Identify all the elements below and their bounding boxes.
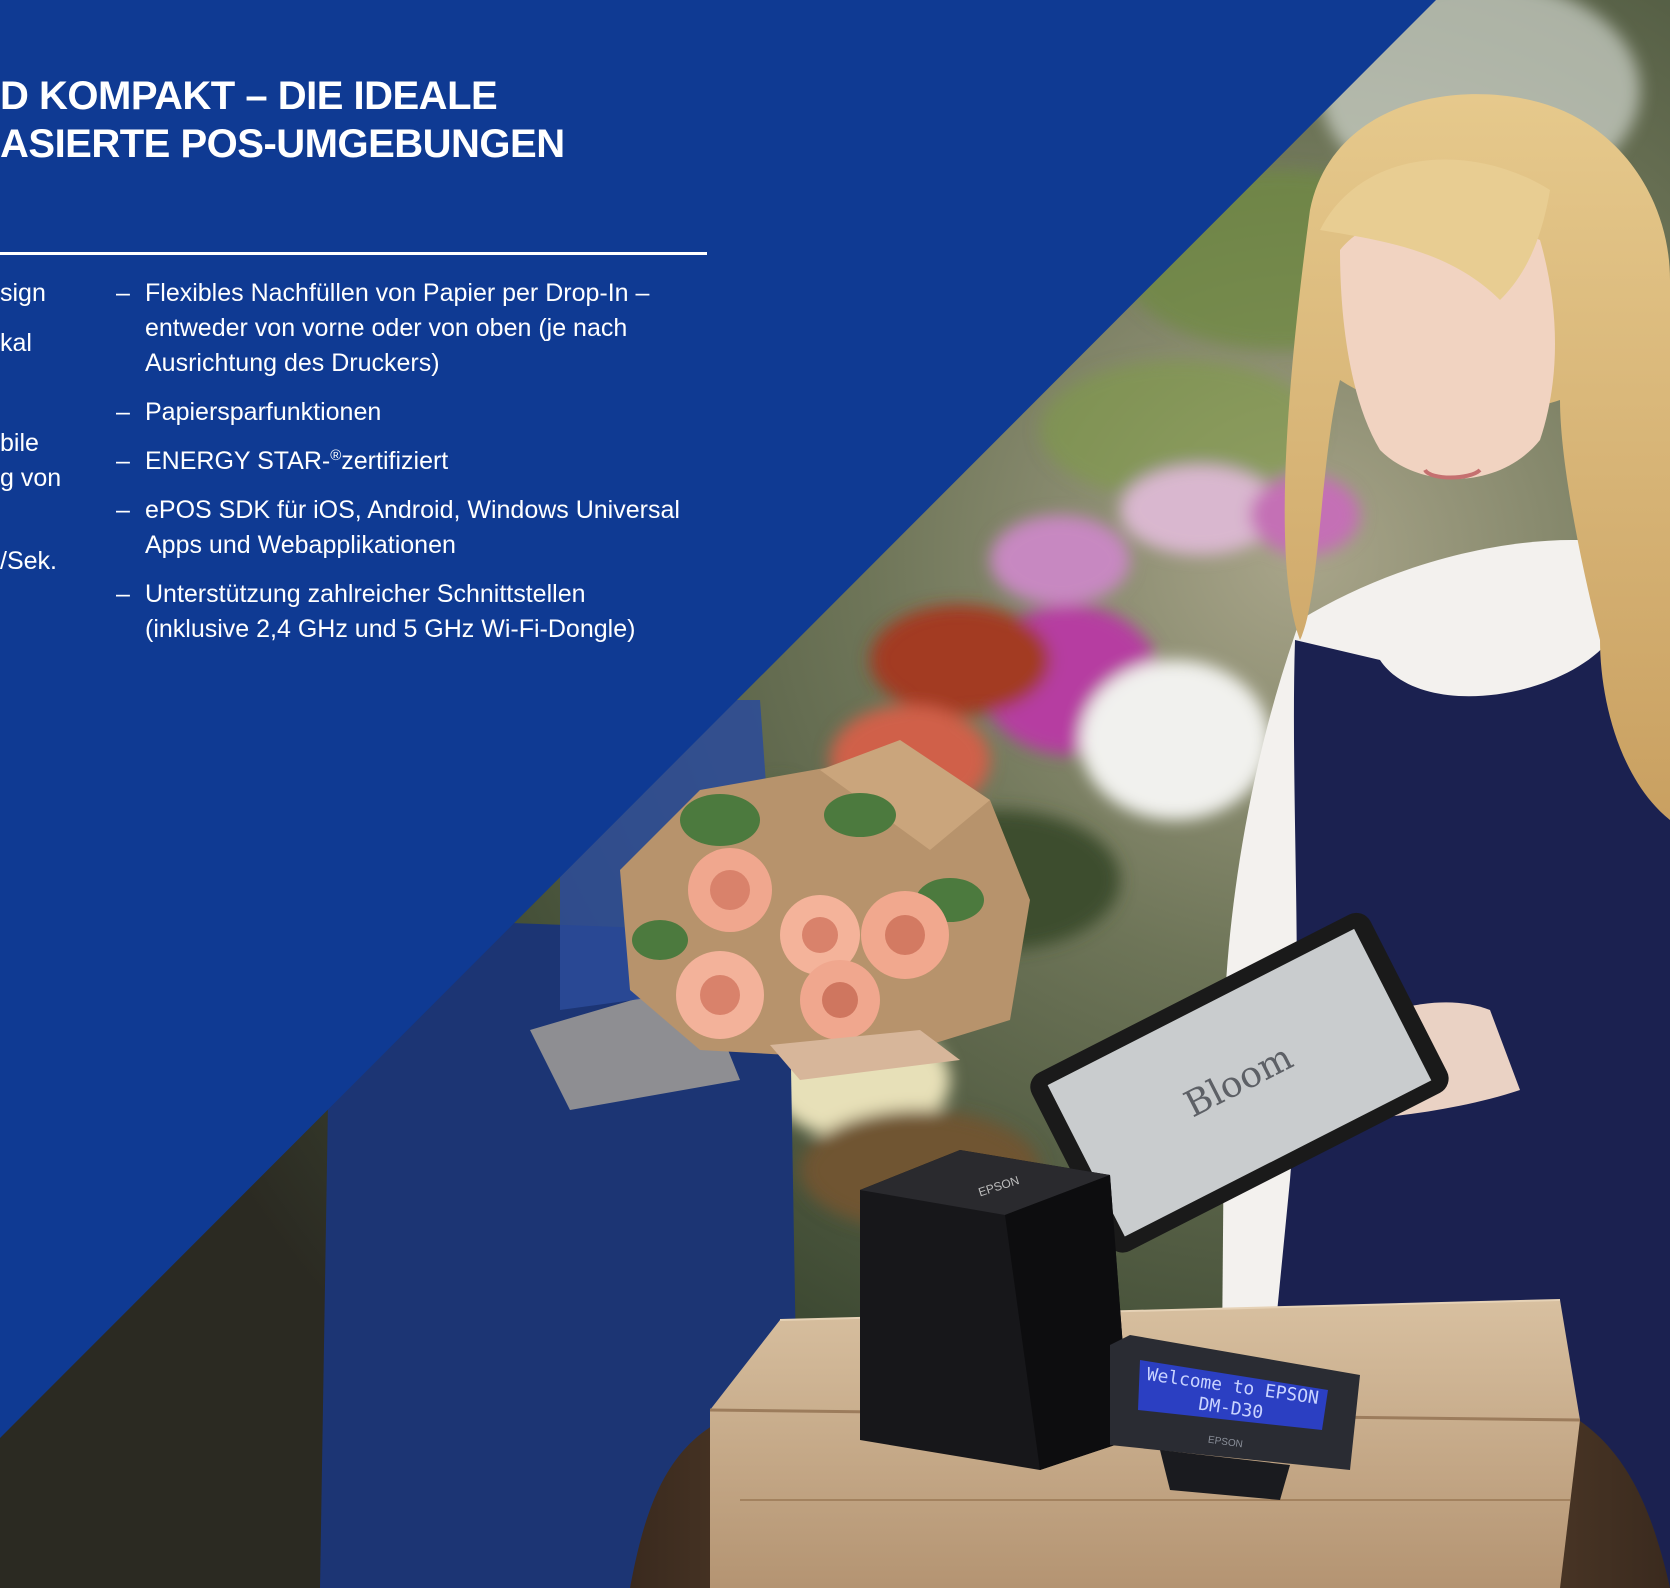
feature-text-line: Unterstützung zahlreicher Schnittstellen xyxy=(145,580,586,608)
bullet-dash: – xyxy=(116,447,130,475)
bullet-dash: – xyxy=(116,496,130,524)
left-column-fragment: sign xyxy=(0,279,46,307)
divider-rule xyxy=(0,252,707,255)
energy-star-label: ENERGY STAR- xyxy=(145,447,331,475)
headline-line-1: D KOMPAKT – DIE IDEALE xyxy=(0,74,498,118)
feature-text-line: Apps und Webapplikationen xyxy=(145,531,456,559)
feature-item: – Unterstützung zahlreicher Schnittstell… xyxy=(116,577,716,647)
left-column-fragment: bile xyxy=(0,429,39,457)
feature-text-line: ePOS SDK für iOS, Android, Windows Unive… xyxy=(145,496,680,524)
bullet-dash: – xyxy=(116,279,130,307)
headline-line-2: ASIERTE POS-UMGEBUNGEN xyxy=(0,122,565,166)
feature-text-line: ENERGY STAR-®zertifiziert xyxy=(145,444,716,479)
registered-mark: ® xyxy=(330,447,342,464)
feature-item: – Flexibles Nachfüllen von Papier per Dr… xyxy=(116,276,716,381)
left-column-fragment: /Sek. xyxy=(0,547,57,575)
page-headline: D KOMPAKT – DIE IDEALE ASIERTE POS-UMGEB… xyxy=(0,72,565,168)
feature-text-line: Flexibles Nachfüllen von Papier per Drop… xyxy=(145,279,650,307)
feature-item: – ePOS SDK für iOS, Android, Windows Uni… xyxy=(116,493,716,563)
left-column-fragment: g von xyxy=(0,464,62,492)
florist-pos-photo: Bloom EPSON Welcome to EPSON DM-D30 EPSO… xyxy=(0,0,1670,1588)
feature-item: – Papiersparfunktionen xyxy=(116,395,716,430)
feature-text-line: Ausrichtung des Druckers) xyxy=(145,349,440,377)
feature-list: – Flexibles Nachfüllen von Papier per Dr… xyxy=(116,276,716,661)
feature-item: – ENERGY STAR-®zertifiziert xyxy=(116,444,716,479)
certified-label: zertifiziert xyxy=(341,447,449,475)
left-column-fragment: kal xyxy=(0,329,32,357)
feature-text-line: Papiersparfunktionen xyxy=(145,398,382,426)
feature-text-line: entweder von vorne oder von oben (je nac… xyxy=(145,314,628,342)
bullet-dash: – xyxy=(116,398,130,426)
bullet-dash: – xyxy=(116,580,130,608)
feature-text-line: (inklusive 2,4 GHz und 5 GHz Wi-Fi-Dongl… xyxy=(145,615,636,643)
